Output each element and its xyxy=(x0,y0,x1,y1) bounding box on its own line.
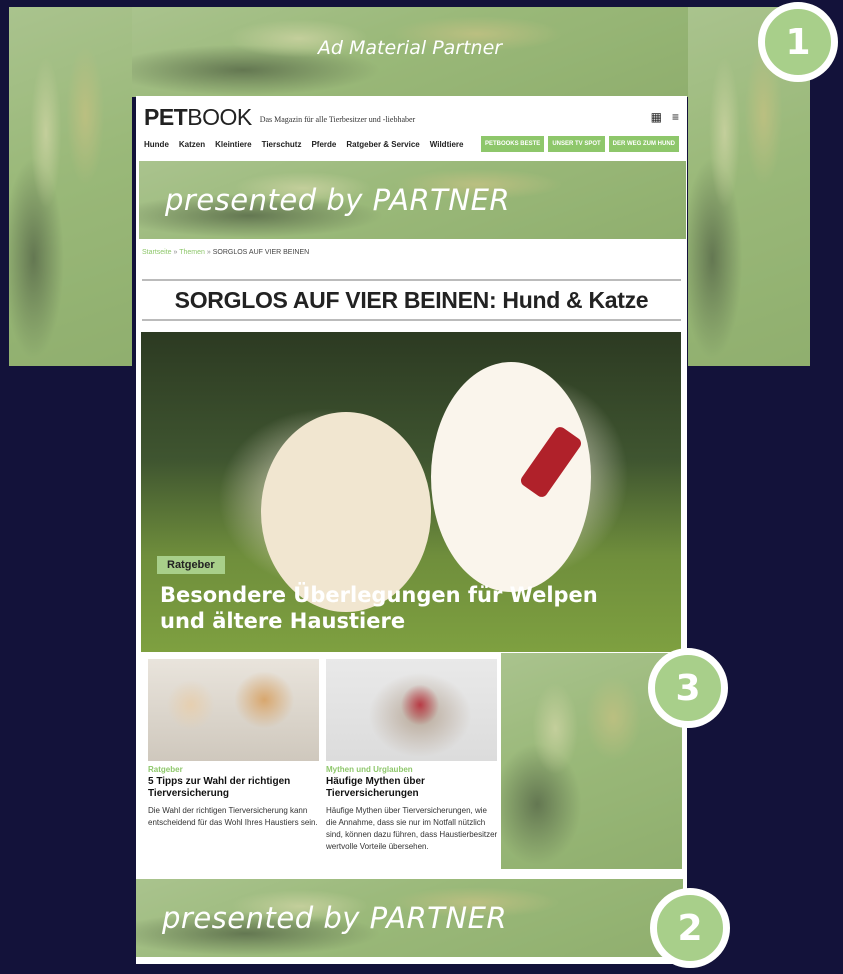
card-text: Die Wahl der richtigen Tierversicherung … xyxy=(148,806,318,827)
ad-slot-number-badge: 2 xyxy=(650,888,730,968)
menu-icon[interactable]: ≡ xyxy=(672,110,679,124)
card-title[interactable]: Häufige Mythen über Tierversicherungen xyxy=(326,776,498,800)
page-title: SORGLOS AUF VIER BEINEN: Hund & Katze xyxy=(174,287,649,313)
card-image[interactable] xyxy=(326,659,497,761)
ad-slot-number-badge: 3 xyxy=(648,648,728,728)
site-tagline: Das Magazin für alle Tierbesitzer und -l… xyxy=(259,114,416,124)
petbooks-beste-button[interactable]: PETBOOKS BESTE xyxy=(480,136,545,152)
nav-item-hunde[interactable]: Hunde xyxy=(144,140,169,149)
breadcrumb: Startseite » Themen » SORGLOS AUF VIER B… xyxy=(142,249,310,256)
partner-banner-top[interactable]: presented by PARTNER xyxy=(139,161,686,239)
weg-zum-hund-button[interactable]: DER WEG ZUM HUND xyxy=(608,136,679,152)
article-card[interactable]: Ratgeber 5 Tipps zur Wahl der richtigen … xyxy=(148,659,320,829)
hero-article[interactable]: Ratgeber Besondere Überlegungen für Welp… xyxy=(141,332,681,652)
hero-category-tag[interactable]: Ratgeber xyxy=(157,556,225,574)
side-ad-left[interactable] xyxy=(9,7,132,366)
card-text: Häufige Mythen über Tierversicherungen, … xyxy=(326,806,498,851)
card-category[interactable]: Ratgeber xyxy=(148,765,320,774)
partner-banner-text: presented by PARTNER xyxy=(162,901,508,935)
breadcrumb-current: SORGLOS AUF VIER BEINEN xyxy=(212,249,310,256)
nav-item-kleintiere[interactable]: Kleintiere xyxy=(215,140,251,149)
nav-item-ratgeber[interactable]: Ratgeber & Service xyxy=(346,140,419,149)
page-title-block: SORGLOS AUF VIER BEINEN: Hund & Katze xyxy=(142,279,681,321)
partner-banner-text: presented by PARTNER xyxy=(165,183,511,217)
card-category[interactable]: Mythen und Urglauben xyxy=(326,765,498,774)
hero-title[interactable]: Besondere Überlegungen für Welpen und äl… xyxy=(160,582,630,634)
magazine-icon[interactable]: ▦ xyxy=(651,110,662,124)
hero-image-puppy xyxy=(431,362,591,592)
card-title[interactable]: 5 Tipps zur Wahl der richtigen Tierversi… xyxy=(148,776,320,800)
nav-item-pferde[interactable]: Pferde xyxy=(311,140,336,149)
website-page: PETBOOK Das Magazin für alle Tierbesitze… xyxy=(136,96,687,964)
article-card[interactable]: Mythen und Urglauben Häufige Mythen über… xyxy=(326,659,498,853)
nav-item-wildtiere[interactable]: Wildtiere xyxy=(430,140,464,149)
card-image[interactable] xyxy=(148,659,319,761)
top-banner-ad[interactable]: Ad Material Partner xyxy=(132,7,688,97)
partner-banner-bottom[interactable]: presented by PARTNER xyxy=(136,879,683,957)
nav-item-katzen[interactable]: Katzen xyxy=(179,140,205,149)
nav-item-tierschutz[interactable]: Tierschutz xyxy=(262,140,302,149)
breadcrumb-home[interactable]: Startseite xyxy=(142,249,172,256)
site-header: PETBOOK Das Magazin für alle Tierbesitze… xyxy=(136,96,687,160)
main-nav: Hunde Katzen Kleintiere Tierschutz Pferd… xyxy=(144,136,679,152)
tv-spot-button[interactable]: UNSER TV SPOT xyxy=(548,136,605,152)
article-cards: Ratgeber 5 Tipps zur Wahl der richtigen … xyxy=(148,653,683,884)
top-banner-text: Ad Material Partner xyxy=(317,37,503,59)
breadcrumb-themen[interactable]: Themen xyxy=(179,249,205,256)
site-logo[interactable]: PETBOOK xyxy=(144,104,252,131)
ad-slot-number-badge: 1 xyxy=(758,2,838,82)
